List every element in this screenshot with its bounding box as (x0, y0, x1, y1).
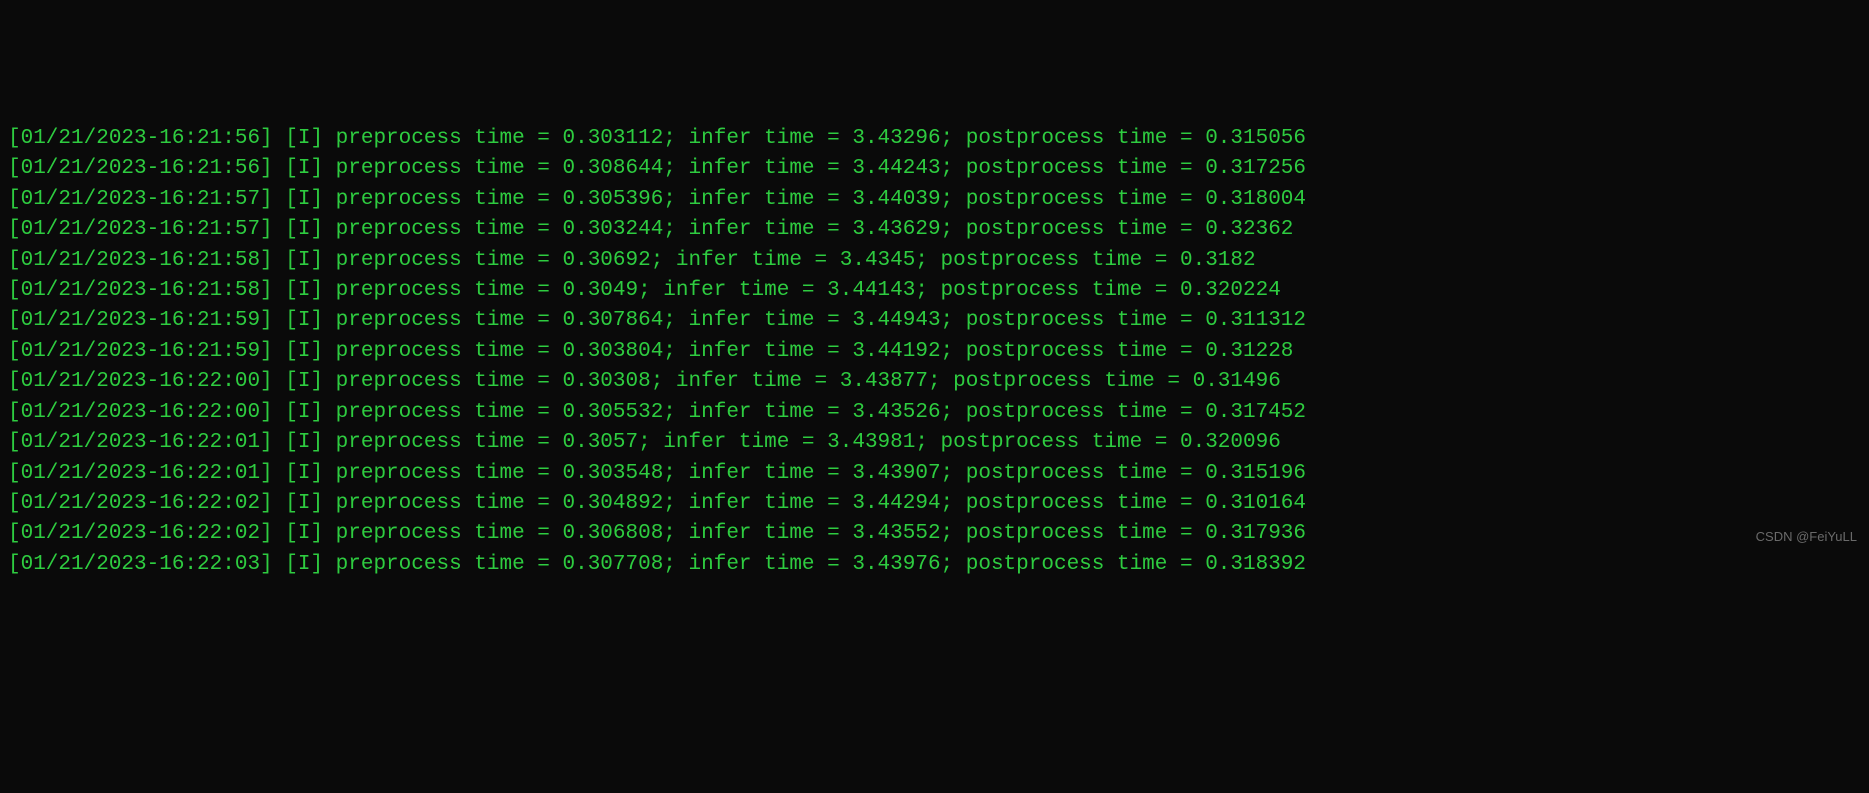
log-line: [01/21/2023-16:22:01] [I] preprocess tim… (8, 459, 1861, 489)
log-line: [01/21/2023-16:21:56] [I] preprocess tim… (8, 124, 1861, 154)
terminal-output: [01/21/2023-16:21:56] [I] preprocess tim… (8, 124, 1861, 581)
log-line: [01/21/2023-16:21:59] [I] preprocess tim… (8, 337, 1861, 367)
log-line: [01/21/2023-16:21:57] [I] preprocess tim… (8, 185, 1861, 215)
log-line: [01/21/2023-16:21:58] [I] preprocess tim… (8, 276, 1861, 306)
log-line: [01/21/2023-16:21:57] [I] preprocess tim… (8, 215, 1861, 245)
log-line: [01/21/2023-16:21:59] [I] preprocess tim… (8, 306, 1861, 336)
log-line: [01/21/2023-16:22:00] [I] preprocess tim… (8, 367, 1861, 397)
log-line: [01/21/2023-16:21:56] [I] preprocess tim… (8, 154, 1861, 184)
log-line: [01/21/2023-16:22:01] [I] preprocess tim… (8, 428, 1861, 458)
log-line: [01/21/2023-16:22:00] [I] preprocess tim… (8, 398, 1861, 428)
log-line: [01/21/2023-16:22:03] [I] preprocess tim… (8, 550, 1861, 580)
log-line: [01/21/2023-16:22:02] [I] preprocess tim… (8, 489, 1861, 519)
log-line: [01/21/2023-16:22:02] [I] preprocess tim… (8, 519, 1861, 549)
log-line: [01/21/2023-16:21:58] [I] preprocess tim… (8, 246, 1861, 276)
watermark-text: CSDN @FeiYuLL (1756, 528, 1857, 547)
